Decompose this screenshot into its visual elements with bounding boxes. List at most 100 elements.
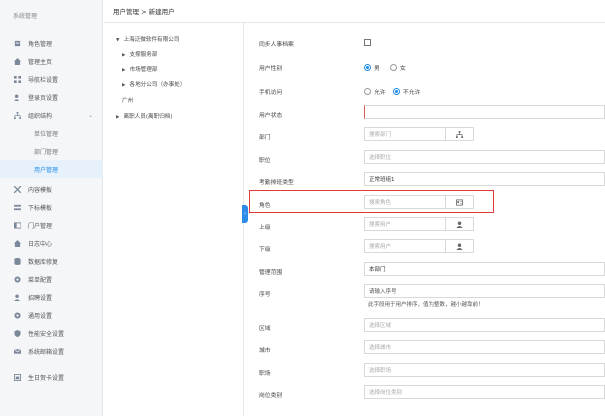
sidebar-item-unit-management[interactable]: 单位管理 — [0, 124, 103, 142]
sidebar-item-label: 门户管理 — [28, 222, 53, 230]
radio-unselected-icon — [390, 64, 397, 71]
mail-icon — [14, 348, 21, 355]
serial-hint: 此字段用于用户排序，值为整数，越小越靠前！ — [368, 302, 484, 308]
subordinate-picker-button[interactable] — [446, 239, 474, 253]
tree-node[interactable]: ▶ 支撑服务部 — [122, 50, 157, 58]
sidebar-item-security-settings[interactable]: 性能安全设置 — [0, 324, 103, 342]
sidebar-item-label: 导航栏设置 — [28, 76, 59, 84]
portal-icon — [14, 221, 21, 229]
attendance-label: 考勤排班类型 — [259, 180, 294, 186]
sidebar-item-label: 单位管理 — [34, 130, 59, 138]
dept-search-input[interactable]: 搜索部门 — [364, 127, 446, 141]
tree-toggle-icon[interactable]: ▶ — [122, 68, 125, 73]
chevron-down-icon: ⌄ — [87, 111, 93, 119]
dept-picker-button[interactable] — [446, 127, 474, 141]
post-category-label: 岗位类别 — [259, 393, 283, 399]
radio-selected-icon — [393, 88, 400, 95]
scope-select[interactable]: 本部门 — [364, 262, 605, 276]
org-tree: ▼ 上海泛微软件有限公司 ▶ 支撑服务部 ▶ 市场管理部 ▶ 各地分公司（办事处） 广州… — [104, 23, 244, 416]
sidebar-title: 系统管理 — [13, 13, 38, 20]
sidebar-item-org-structure[interactable]: 组织结构 ⌄ — [0, 106, 103, 124]
nav-settings-icon — [14, 75, 21, 83]
tree-toggle-icon[interactable]: ▶ — [122, 53, 125, 58]
log-icon — [14, 239, 21, 247]
tree-toggle-icon[interactable]: ▶ — [122, 83, 125, 88]
sidebar-item-mail-settings[interactable]: 系统邮箱设置 — [0, 342, 103, 360]
superior-search-input[interactable]: 搜索用户 — [364, 217, 446, 231]
radio-unselected-icon — [364, 88, 371, 95]
sidebar-item-content-template[interactable]: 内容模板 — [0, 180, 103, 198]
sync-hr-checkbox[interactable] — [364, 39, 371, 46]
mobile-allow-radio[interactable]: 允许 — [364, 87, 386, 96]
sidebar-item-log-center[interactable]: 日志中心 — [0, 234, 103, 252]
scope-label: 管理范围 — [259, 270, 283, 276]
sidebar-item-label: 组织结构 — [28, 112, 53, 120]
sidebar-item-menu-config[interactable]: 菜单配置 — [0, 270, 103, 288]
subordinate-search-input[interactable]: 搜索用户 — [364, 239, 446, 253]
position-label: 职位 — [259, 158, 271, 164]
tree-node[interactable]: ▶ 市场管理部 — [122, 65, 157, 73]
sidebar-item-role-management[interactable]: 角色管理 — [0, 34, 103, 52]
sidebar-item-label: 生日贺卡设置 — [28, 374, 65, 382]
sidebar-item-nav-settings[interactable]: 导航栏设置 — [0, 70, 103, 88]
tree-node-label: 广州 — [122, 98, 134, 104]
serial-label: 序号 — [259, 292, 271, 298]
sidebar-item-label: 下标模板 — [28, 204, 53, 212]
gender-male-radio[interactable]: 男 — [364, 63, 380, 72]
tree-toggle-icon[interactable]: ▼ — [116, 38, 119, 43]
sidebar-item-database-repair[interactable]: 数据库修复 — [0, 252, 103, 270]
sidebar: 系统管理 角色管理 管理主页 导航栏设置 登录页设置 组织结构 ⌄ 单位管理 部… — [0, 0, 103, 416]
sidebar-item-portal[interactable]: 门户管理 — [0, 216, 103, 234]
org-tree-icon — [456, 130, 463, 138]
superior-picker-button[interactable] — [446, 217, 474, 231]
gender-female-radio[interactable]: 女 — [390, 63, 406, 72]
tree-node[interactable]: ▶ 各地分公司（办事处） — [122, 80, 185, 88]
position-select[interactable]: 选择职位 — [364, 150, 605, 164]
superior-label: 上级 — [259, 225, 271, 231]
collapse-panel-button[interactable]: ‹ — [242, 205, 248, 223]
radio-label: 女 — [400, 66, 406, 72]
subordinate-label: 下级 — [259, 247, 271, 253]
database-icon — [14, 257, 21, 265]
breadcrumb: 用户管理 > 新建用户 — [113, 8, 175, 16]
tree-toggle-icon[interactable]: ▶ — [116, 115, 119, 120]
sidebar-item-label: 日志中心 — [28, 240, 53, 248]
sidebar-item-label: 角色管理 — [28, 40, 53, 48]
security-icon — [14, 329, 21, 337]
radio-label: 不允许 — [403, 90, 421, 96]
post-category-select[interactable]: 选择岗位类别 — [364, 385, 605, 399]
radio-selected-icon — [364, 64, 371, 71]
tree-node-label: 市场管理部 — [129, 67, 158, 73]
radio-label: 允许 — [374, 90, 386, 96]
content-template-icon — [14, 185, 21, 193]
rank-select[interactable]: 选择职场 — [364, 363, 605, 377]
menu-config-icon — [14, 275, 21, 283]
org-structure-icon — [14, 111, 21, 119]
sidebar-item-general-settings[interactable]: 通用设置 — [0, 306, 103, 324]
app-window: 系统管理 角色管理 管理主页 导航栏设置 登录页设置 组织结构 ⌄ 单位管理 部… — [0, 0, 605, 416]
city-select[interactable]: 选择城市 — [364, 340, 605, 354]
sidebar-item-label: 通用设置 — [28, 312, 53, 320]
region-select[interactable]: 选择区域 — [364, 318, 605, 332]
attendance-select[interactable]: 正常班组1 — [364, 172, 605, 186]
user-icon — [456, 220, 463, 228]
serial-input[interactable]: 请输入序号 — [364, 284, 605, 298]
tree-node[interactable]: ▶ 离职人员(离职归档) — [116, 112, 173, 120]
sidebar-item-user-management[interactable]: 用户管理 — [0, 160, 103, 178]
radio-label: 男 — [374, 66, 380, 72]
sidebar-item-recruit-settings[interactable]: 招聘设置 — [0, 288, 103, 306]
tree-node-label: 上海泛微软件有限公司 — [123, 37, 180, 43]
sidebar-item-label: 管理主页 — [28, 58, 53, 66]
sidebar-item-login-settings[interactable]: 登录页设置 — [0, 88, 103, 106]
status-select[interactable] — [364, 105, 605, 119]
sidebar-item-admin-home[interactable]: 管理主页 — [0, 52, 103, 70]
tree-node[interactable]: 广州 — [122, 96, 133, 104]
region-label: 区域 — [259, 326, 271, 332]
sidebar-item-dept-management[interactable]: 部门管理 — [0, 142, 103, 160]
sidebar-item-subscript-template[interactable]: 下标模板 — [0, 198, 103, 216]
mobile-disallow-radio[interactable]: 不允许 — [393, 87, 420, 96]
sidebar-item-birthday-card[interactable]: 生日贺卡设置 — [0, 368, 103, 386]
sidebar-item-label: 系统邮箱设置 — [28, 348, 65, 356]
tree-node-root[interactable]: ▼ 上海泛微软件有限公司 — [116, 35, 179, 43]
sidebar-item-label: 招聘设置 — [28, 294, 53, 302]
